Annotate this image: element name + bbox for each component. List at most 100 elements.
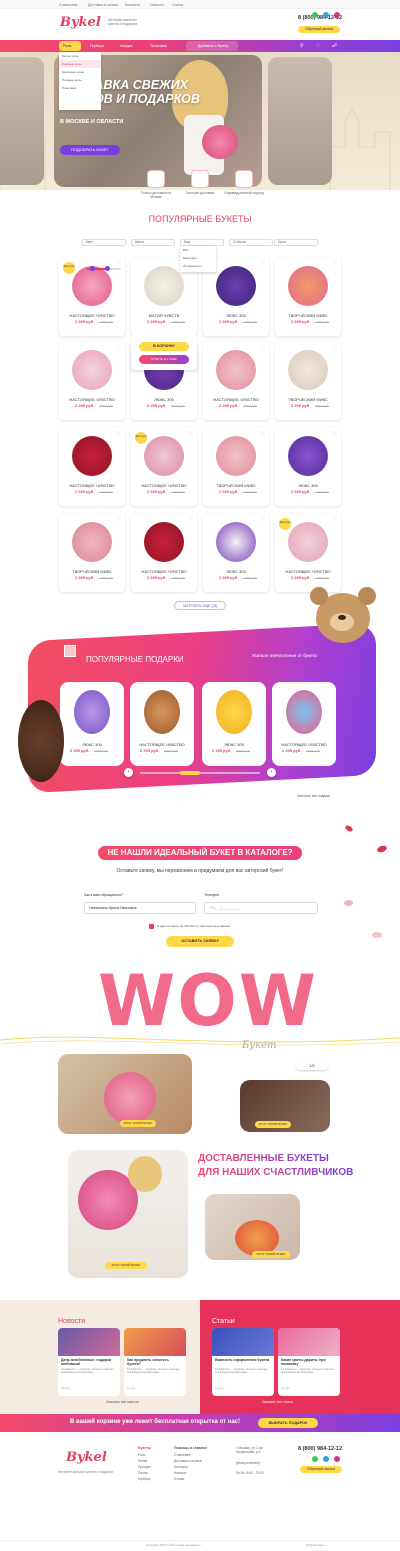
nav-item-ninja[interactable]: Ниндзя bbox=[120, 44, 132, 48]
hero-next-slide[interactable] bbox=[268, 57, 332, 185]
product-card[interactable]: ♡ НАСТОЯЩЕЕ ЧУВСТВО 2 295 руб. 2 500 руб. Бу… bbox=[131, 428, 197, 506]
gift-card[interactable]: НАСТОЯЩЕЕ ЧУВСТВО 2 295 руб. 2 500 руб. bbox=[130, 682, 194, 766]
product-card[interactable]: ♡ НАСТОЯЩЕЕ ЧУВСТВО 2 295 руб. 2 500 руб. bbox=[59, 342, 125, 420]
gift-card[interactable]: ЛЮКС 300 2 295 руб. 2 500 руб. bbox=[60, 682, 124, 766]
phone-input[interactable]: +7 (___) ___-__-__ bbox=[204, 902, 318, 914]
top-link[interactable]: Статьи bbox=[172, 3, 183, 7]
article-card[interactable]: Какие цветы дарить: про помолвку 14 февра… bbox=[278, 1328, 340, 1396]
top-link[interactable]: Контакты bbox=[125, 3, 140, 7]
product-card[interactable]: ♡ НАСТОЯЩЕЕ ЧУВСТВО 2 295 руб. 2 500 руб. Бу… bbox=[275, 514, 341, 592]
product-card[interactable]: ♡ НАСТОЯЩЕЕ ЧУВСТВО 2 295 руб. 2 500 руб. Бу… bbox=[59, 258, 125, 336]
want-bouquet-button[interactable]: ХОЧУ ТАКОЙ БУКЕТ bbox=[252, 1251, 290, 1258]
dropdown-item[interactable]: Розовые розы bbox=[59, 76, 101, 84]
footer-link[interactable]: Гербера bbox=[138, 1476, 151, 1482]
all-news-link[interactable]: Смотреть все новости bbox=[106, 1400, 139, 1404]
dropdown-item[interactable]: Кремовые розы bbox=[59, 68, 101, 76]
favorite-heart-icon[interactable]: ♡ bbox=[260, 345, 266, 351]
favorite-heart-icon[interactable]: ♡ bbox=[332, 517, 338, 523]
consent-checkbox[interactable] bbox=[149, 924, 154, 929]
favorite-heart-icon[interactable]: ♡ bbox=[116, 261, 122, 267]
all-articles-link[interactable]: Смотреть все статьи bbox=[262, 1400, 293, 1404]
top-link[interactable]: Новости bbox=[150, 3, 164, 7]
favorite-heart-icon[interactable]: ♡ bbox=[188, 431, 194, 437]
load-more-button[interactable]: ЗАГРУЗИТЬ ЕЩЁ (15) bbox=[174, 601, 226, 610]
telegram-icon[interactable] bbox=[323, 1456, 329, 1462]
favorite-heart-icon[interactable]: ♡ bbox=[332, 345, 338, 351]
search-icon[interactable]: ⚲ bbox=[300, 43, 304, 49]
footer-phone[interactable]: 8 (800) 984-12-12 bbox=[298, 1446, 342, 1452]
filter-option[interactable]: Монстера bbox=[180, 254, 216, 262]
dropdown-item[interactable]: Красные розы bbox=[59, 60, 101, 68]
nav-item-gerbera[interactable]: Гербера bbox=[90, 44, 104, 48]
filter-price[interactable]: Цена bbox=[274, 239, 318, 246]
carousel-prev-button[interactable]: ‹ bbox=[124, 768, 133, 777]
favorite-heart-icon[interactable]: ♡ bbox=[116, 517, 122, 523]
price-range-slider[interactable] bbox=[87, 266, 121, 271]
heart-icon[interactable]: ♡ bbox=[316, 43, 320, 49]
favorite-heart-icon[interactable]: ♡ bbox=[116, 345, 122, 351]
filter-option[interactable]: Ингредиенты bbox=[180, 262, 216, 270]
product-card[interactable]: ♡ НАСТОЯЩЕЕ ЧУВСТВО 2 295 руб. 2 500 руб. bbox=[203, 342, 269, 420]
logo[interactable]: Bykel bbox=[60, 15, 101, 30]
product-card[interactable]: ♡ НАСТОЯЩЕЕ ЧУВСТВО 2 295 руб. 2 500 руб. bbox=[59, 428, 125, 506]
article-card[interactable]: Важность оформления букета 14 февраля — п… bbox=[212, 1328, 274, 1396]
filter-option[interactable]: Все bbox=[180, 246, 216, 254]
buy-one-click-button[interactable]: КУПИТЬ В 1 КЛИК bbox=[139, 355, 189, 364]
product-card[interactable]: ♡ НАСТОЯЩЕЕ ЧУВСТВО 2 295 руб. 2 500 руб. bbox=[131, 514, 197, 592]
carousel-track[interactable] bbox=[140, 771, 260, 775]
gift-card[interactable]: НАСТОЯЩЕЕ ЧУВСТВО 2 295 руб. 2 500 руб. bbox=[272, 682, 336, 766]
callback-button[interactable]: Обратный звонок bbox=[298, 26, 340, 33]
footer-email[interactable]: [email protected] bbox=[236, 1460, 260, 1466]
hero-cta-button[interactable]: ПОДОБРАТЬ БУКЕТ bbox=[60, 145, 120, 155]
wow-counter[interactable]: 1/5 bbox=[296, 1062, 328, 1070]
gift-card[interactable]: ЛЮКС 300 2 295 руб. 2 500 руб. bbox=[202, 682, 266, 766]
favorite-heart-icon[interactable]: ♡ bbox=[332, 431, 338, 437]
cart-icon[interactable]: ☍ bbox=[332, 43, 337, 49]
product-card[interactable]: ♡ ТВОРЧЕСКИЙ МИКС 2 295 руб. 2 500 руб. bbox=[59, 514, 125, 592]
filter-color[interactable]: Цвет bbox=[82, 239, 126, 246]
hero-prev-slide[interactable] bbox=[0, 57, 44, 185]
telegram-icon[interactable] bbox=[323, 12, 329, 18]
top-link[interactable]: Доставка и оплата bbox=[88, 3, 118, 7]
add-to-cart-button[interactable]: В КОРЗИНУ bbox=[139, 342, 189, 351]
product-card[interactable]: ♡ ЛЮКС 3002 295 руб. 2 500 руб. bbox=[203, 514, 269, 592]
product-card[interactable]: ♡ ТВОРЧЕСКИЙ МИКС 2 295 руб. 2 500 руб. bbox=[275, 342, 341, 420]
slider-handle[interactable] bbox=[90, 266, 95, 271]
footer-link[interactable]: Статьи bbox=[174, 1476, 202, 1482]
nav-item-roses[interactable]: Розы bbox=[63, 44, 71, 48]
filter-colors[interactable]: Цвета bbox=[131, 239, 175, 246]
favorite-heart-icon[interactable]: ♡ bbox=[260, 431, 266, 437]
favorite-heart-icon[interactable]: ♡ bbox=[332, 261, 338, 267]
favorite-heart-icon[interactable]: ♡ bbox=[260, 517, 266, 523]
name-input[interactable]: Наташкина Ирина Ивановна bbox=[84, 902, 196, 914]
product-card[interactable]: ♡ ЛЮКС 3002 295 руб. 2 500 руб. bbox=[275, 428, 341, 506]
whatsapp-icon[interactable] bbox=[312, 1456, 318, 1462]
dropdown-item[interactable]: Розы микс bbox=[59, 84, 101, 92]
all-gifts-link[interactable]: Смотреть все подарки bbox=[297, 794, 330, 798]
footer-callback-button[interactable]: Обратный звонок bbox=[300, 1466, 342, 1473]
favorite-heart-icon[interactable]: ♡ bbox=[188, 517, 194, 523]
slider-handle[interactable] bbox=[105, 266, 110, 271]
favorite-heart-icon[interactable]: ♡ bbox=[260, 261, 266, 267]
product-card[interactable]: ♡ ТВОРЧЕСКИЙ МИКС 2 295 руб. 2 500 руб. bbox=[275, 258, 341, 336]
choose-gift-button[interactable]: ВЫБРАТЬ ПОДАРОК bbox=[258, 1418, 318, 1428]
instagram-icon[interactable] bbox=[334, 12, 340, 18]
instagram-icon[interactable] bbox=[334, 1456, 340, 1462]
news-card[interactable]: День влюбленных: подарки любимым! 14 февр… bbox=[58, 1328, 120, 1396]
carousel-thumb[interactable] bbox=[180, 771, 200, 775]
filter-event[interactable]: Событие bbox=[229, 239, 273, 246]
want-bouquet-button[interactable]: ХОЧУ ТАКОЙ БУКЕТ bbox=[255, 1121, 291, 1128]
filter-type[interactable]: Вид bbox=[180, 239, 224, 246]
product-card[interactable]: ♡ ТВОРЧЕСКИЙ МИКС 2 295 руб. 2 500 руб. bbox=[203, 428, 269, 506]
want-bouquet-button[interactable]: ХОЧУ ТАКОЙ БУКЕТ bbox=[120, 1120, 156, 1127]
carousel-next-button[interactable]: › bbox=[267, 768, 276, 777]
whatsapp-icon[interactable] bbox=[312, 12, 318, 18]
favorite-heart-icon[interactable]: ♡ bbox=[116, 431, 122, 437]
submit-request-button[interactable]: ОСТАВИТЬ ЗАЯВКУ bbox=[166, 936, 234, 947]
dropdown-item[interactable]: Белые розы bbox=[59, 52, 101, 60]
nav-item-tulips[interactable]: Тюльпаны bbox=[150, 44, 167, 48]
news-card[interactable]: Как продлить свежесть букета? 14 февраля … bbox=[124, 1328, 186, 1396]
footer-logo[interactable]: Bykel bbox=[66, 1450, 107, 1465]
want-bouquet-button[interactable]: ХОЧУ ТАКОЙ БУКЕТ bbox=[105, 1262, 147, 1269]
top-link[interactable]: О магазине bbox=[59, 3, 78, 7]
